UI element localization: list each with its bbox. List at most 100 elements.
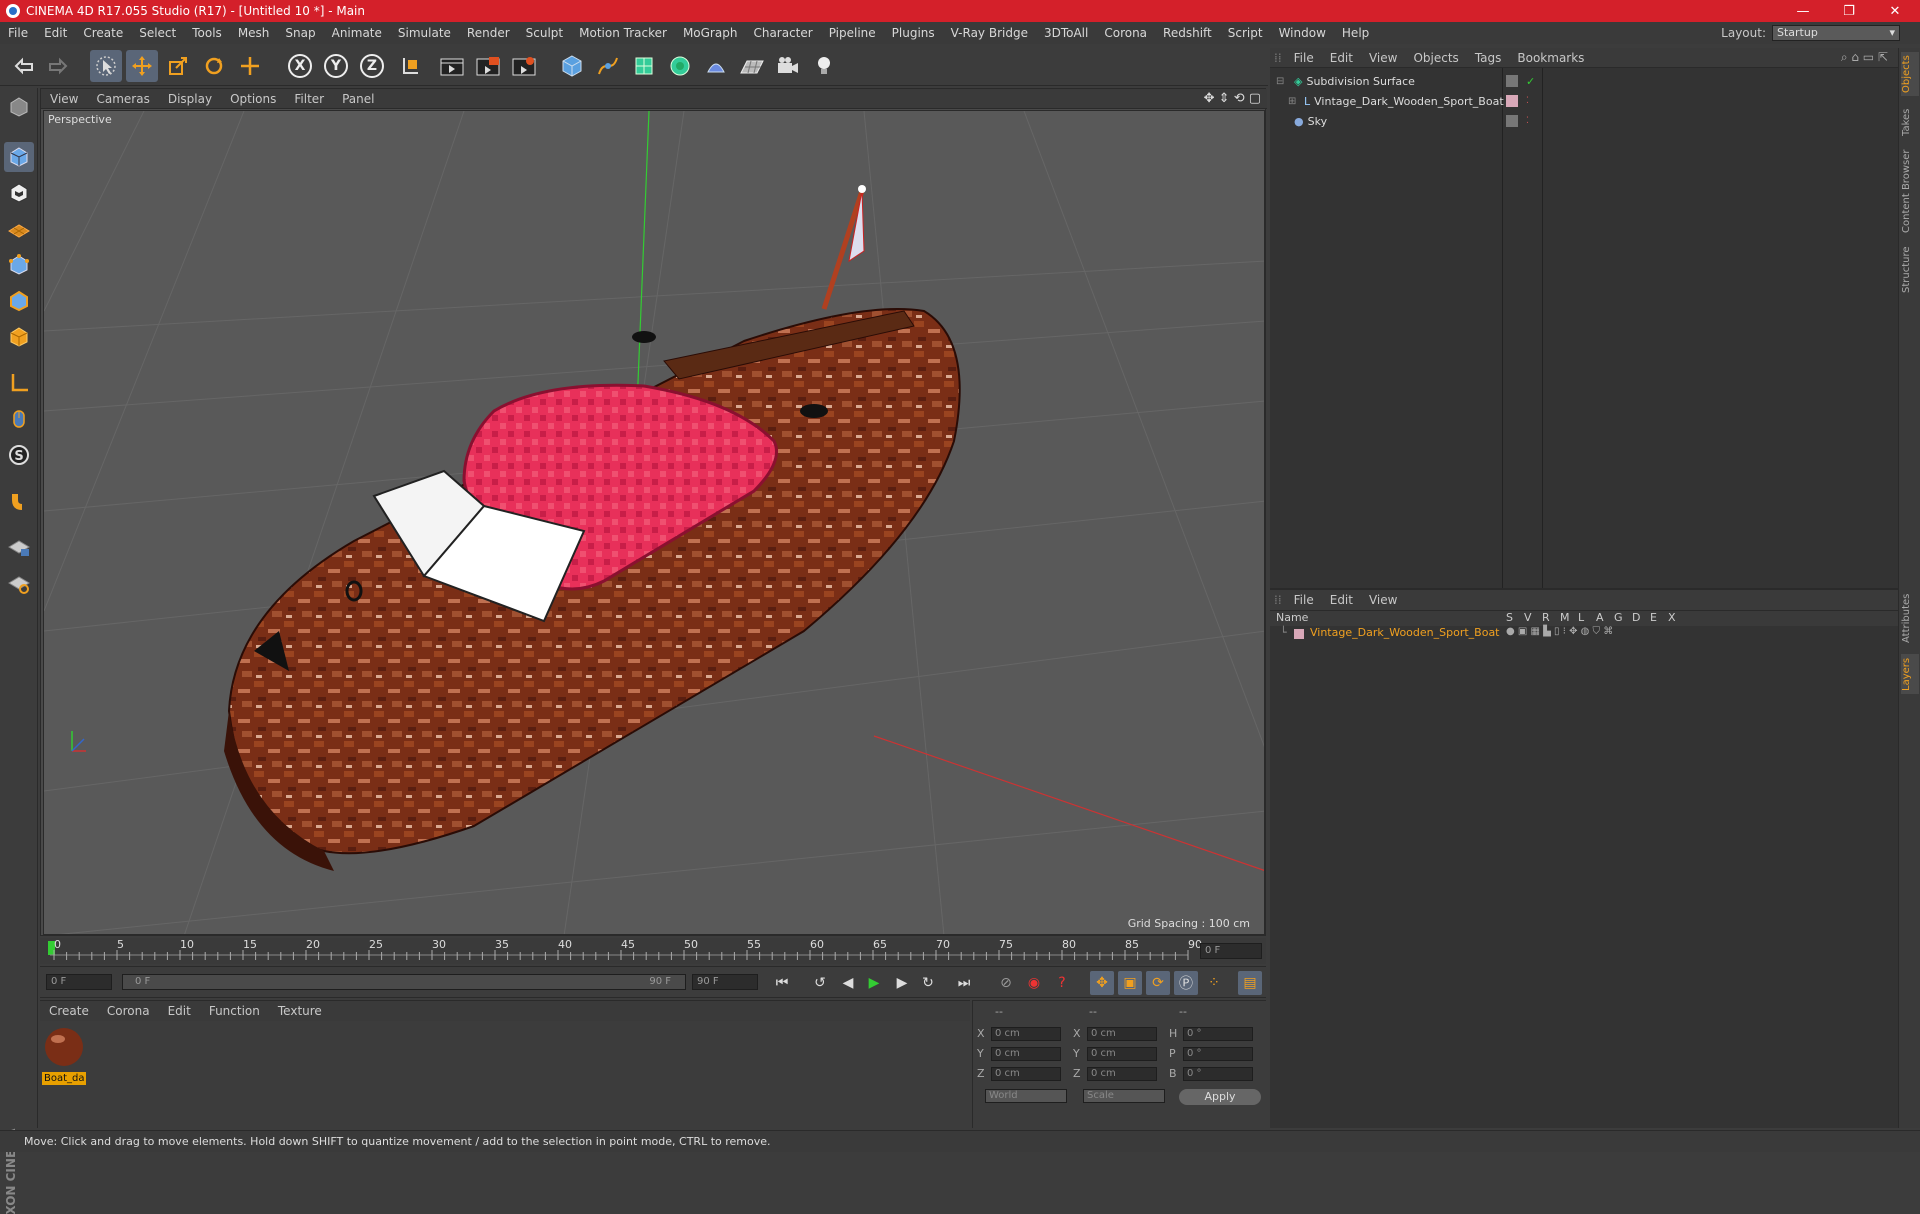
object-row-subdivision-surface[interactable]: ⊟ ◈ Subdivision Surface ✓	[1270, 72, 1898, 90]
material-menu-corona[interactable]: Corona	[98, 1004, 159, 1018]
coord-space-dropdown[interactable]: World	[985, 1089, 1067, 1103]
viewport-menu-cameras[interactable]: Cameras	[87, 92, 158, 106]
layer-col-name[interactable]: Name	[1276, 611, 1308, 624]
start-frame-field[interactable]: 0 F	[46, 974, 112, 990]
material-menu-create[interactable]: Create	[40, 1004, 98, 1018]
go-to-start-icon[interactable]: ⏮	[770, 971, 794, 995]
material-menu-texture[interactable]: Texture	[269, 1004, 331, 1018]
visibility-dots-icon[interactable]: ⁚	[1526, 116, 1529, 126]
layer-col-render[interactable]: R	[1542, 611, 1550, 624]
layer-col-expressions[interactable]: E	[1650, 611, 1657, 624]
menu-3dtoall[interactable]: 3DToAll	[1036, 26, 1096, 40]
recent-tool-icon[interactable]	[234, 50, 266, 82]
layer-menu-file[interactable]: File	[1286, 593, 1322, 607]
make-editable-icon[interactable]	[4, 92, 34, 122]
menu-window[interactable]: Window	[1271, 26, 1334, 40]
current-frame-field[interactable]: 0 F	[1200, 943, 1262, 959]
viewport-menu-view[interactable]: View	[41, 92, 87, 106]
object-menu-tags[interactable]: Tags	[1467, 51, 1510, 65]
edges-mode-icon[interactable]	[4, 286, 34, 316]
object-panel-search-icon[interactable]: ⌕ ⌂ ▭ ⇱	[1833, 50, 1896, 65]
layer-flag-icons[interactable]: ● ▣ ▦ ▙ ▯ ⁝ ✥ ◍ ⛉ ⌘	[1506, 626, 1613, 637]
tab-attributes[interactable]: Attributes	[1901, 588, 1919, 648]
menu-mesh[interactable]: Mesh	[230, 26, 278, 40]
layer-col-xref[interactable]: X	[1668, 611, 1676, 624]
layer-color-swatch[interactable]	[1294, 629, 1304, 639]
rotate-tool-icon[interactable]	[198, 50, 230, 82]
object-menu-edit[interactable]: Edit	[1322, 51, 1361, 65]
menu-script[interactable]: Script	[1220, 26, 1271, 40]
menu-animate[interactable]: Animate	[324, 26, 390, 40]
camera-icon[interactable]	[772, 50, 804, 82]
model-mode-icon[interactable]	[4, 142, 34, 172]
next-key-icon[interactable]: ↻	[916, 971, 940, 995]
cloner-icon[interactable]	[664, 50, 696, 82]
key-scale-icon[interactable]: ▣	[1118, 971, 1142, 995]
menu-help[interactable]: Help	[1334, 26, 1377, 40]
keyframe-selection-icon[interactable]: ?	[1050, 971, 1074, 995]
menu-simulate[interactable]: Simulate	[390, 26, 459, 40]
cube-primitive-icon[interactable]	[556, 50, 588, 82]
menu-pipeline[interactable]: Pipeline	[821, 26, 884, 40]
pen-spline-icon[interactable]	[592, 50, 624, 82]
menu-select[interactable]: Select	[131, 26, 184, 40]
viewport-menu-filter[interactable]: Filter	[285, 92, 333, 106]
menu-create[interactable]: Create	[75, 26, 131, 40]
menu-sculpt[interactable]: Sculpt	[518, 26, 571, 40]
live-selection-icon[interactable]	[90, 50, 122, 82]
layout-dropdown[interactable]: Startup	[1772, 25, 1900, 41]
object-menu-bookmarks[interactable]: Bookmarks	[1509, 51, 1592, 65]
apply-button[interactable]: Apply	[1179, 1089, 1261, 1105]
scale-tool-icon[interactable]	[162, 50, 194, 82]
workplane-mode-icon[interactable]	[4, 214, 34, 244]
polygons-mode-icon[interactable]	[4, 322, 34, 352]
snap-icon[interactable]: S	[4, 440, 34, 470]
menu-motion-tracker[interactable]: Motion Tracker	[571, 26, 675, 40]
enabled-check-icon[interactable]: ✓	[1526, 75, 1535, 88]
key-pla-icon[interactable]: ⁘	[1202, 971, 1226, 995]
layer-swatch[interactable]	[1506, 95, 1518, 107]
object-menu-objects[interactable]: Objects	[1405, 51, 1466, 65]
viewport-nav-icons[interactable]: ✥ ⇕ ⟲ ▢	[1204, 91, 1261, 106]
key-position-icon[interactable]: ✥	[1090, 971, 1114, 995]
locked-workplane-icon[interactable]	[4, 532, 34, 562]
layer-col-animation[interactable]: A	[1596, 611, 1604, 624]
menu-redshift[interactable]: Redshift	[1155, 26, 1220, 40]
undo-icon[interactable]	[8, 50, 40, 82]
coord-pos-x-input[interactable]: 0 cm	[991, 1027, 1061, 1041]
layer-menu-edit[interactable]: Edit	[1322, 593, 1361, 607]
menu-snap[interactable]: Snap	[277, 26, 323, 40]
record-keys-icon[interactable]: ⊘	[994, 971, 1018, 995]
redo-icon[interactable]	[42, 50, 74, 82]
coord-rot-h-input[interactable]: 0 °	[1183, 1027, 1253, 1041]
layer-col-solo[interactable]: S	[1506, 611, 1513, 624]
frame-range-slider[interactable]: 0 F 90 F	[122, 974, 686, 990]
object-row-boat[interactable]: ⊞ L Vintage_Dark_Wooden_Sport_Boat ⁚	[1270, 92, 1898, 110]
x-axis-lock-button[interactable]: X	[284, 50, 316, 82]
previous-key-icon[interactable]: ↺	[808, 971, 832, 995]
coord-rot-p-input[interactable]: 0 °	[1183, 1047, 1253, 1061]
coordinate-system-icon[interactable]	[394, 50, 426, 82]
coord-size-x-input[interactable]: 0 cm	[1087, 1027, 1157, 1041]
layer-menu-view[interactable]: View	[1361, 593, 1405, 607]
tweak-mode-icon[interactable]	[4, 404, 34, 434]
menu-mograph[interactable]: MoGraph	[675, 26, 746, 40]
viewport-menu-display[interactable]: Display	[159, 92, 221, 106]
minimize-button[interactable]: —	[1780, 0, 1826, 22]
points-mode-icon[interactable]	[4, 250, 34, 280]
subdivision-surface-icon[interactable]	[628, 50, 660, 82]
floor-icon[interactable]	[736, 50, 768, 82]
viewport-3d-scene[interactable]: Perspective Grid Spacing : 100 cm	[43, 110, 1265, 935]
layer-swatch[interactable]	[1506, 75, 1518, 87]
y-axis-lock-button[interactable]: Y	[320, 50, 352, 82]
layer-swatch[interactable]	[1506, 115, 1518, 127]
texture-mode-icon[interactable]	[4, 178, 34, 208]
viewport-menu-panel[interactable]: Panel	[333, 92, 383, 106]
object-menu-view[interactable]: View	[1361, 51, 1405, 65]
render-settings-icon[interactable]	[508, 50, 540, 82]
previous-frame-icon[interactable]: ◀	[836, 971, 860, 995]
tab-structure[interactable]: Structure	[1901, 242, 1919, 298]
timeline-window-icon[interactable]: ▤	[1238, 971, 1262, 995]
menu-render[interactable]: Render	[459, 26, 518, 40]
coord-mode-dropdown[interactable]: Scale	[1083, 1089, 1165, 1103]
